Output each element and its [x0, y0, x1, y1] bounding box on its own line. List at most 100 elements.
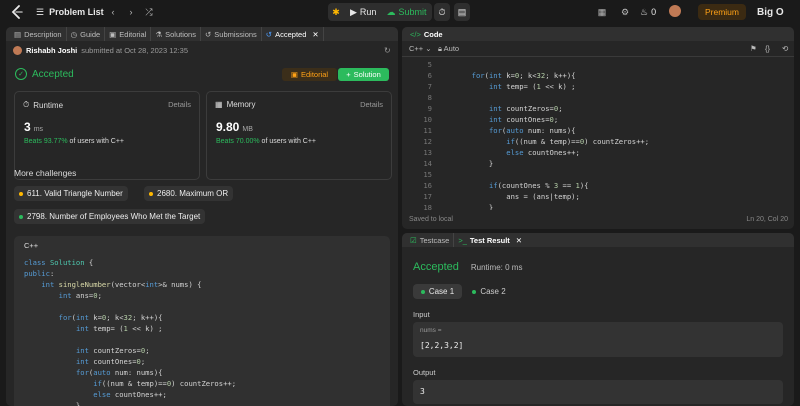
- case-1-button[interactable]: Case 1: [413, 284, 462, 299]
- checkbox-icon: ☑: [410, 235, 417, 245]
- memory-unit: MB: [242, 126, 253, 133]
- code-line: }: [437, 159, 494, 168]
- code-line: int countOnes=0;: [488, 115, 559, 124]
- debug-icon[interactable]: ✱: [328, 7, 344, 18]
- tab-testcase[interactable]: ☑ Testcase: [406, 233, 455, 247]
- solution-button[interactable]: + Solution: [338, 68, 389, 81]
- editor-status-bar: Saved to local Ln 20, Col 20: [402, 213, 794, 227]
- code-line: else countOnes++;: [506, 148, 580, 157]
- premium-button[interactable]: Premium: [698, 4, 746, 20]
- tab-submissions[interactable]: ↺ Submissions: [201, 27, 262, 41]
- output-box[interactable]: 3: [413, 380, 783, 404]
- runtime-details-link[interactable]: Details: [168, 100, 191, 109]
- runtime-beats: Beats 93.77% of users with C++: [24, 138, 124, 145]
- status-text: Accepted: [32, 68, 74, 80]
- result-tab-bar: ☑ Testcase >_ Test Result ✕: [402, 233, 794, 247]
- prev-problem-icon[interactable]: ‹: [105, 4, 121, 20]
- tab-solutions[interactable]: ⚗ Solutions: [151, 27, 201, 41]
- guide-icon: ◷: [70, 29, 78, 39]
- challenge-chip[interactable]: 2680. Maximum OR: [144, 186, 234, 201]
- cloud-upload-icon: ☁: [386, 6, 396, 17]
- editorial-button[interactable]: ▣ Editorial: [282, 68, 337, 81]
- history-icon: ↺: [265, 29, 273, 39]
- auto-label: Auto: [443, 44, 460, 53]
- code-language-label: C++: [24, 241, 39, 250]
- challenge-chip[interactable]: 611. Valid Triangle Number: [14, 186, 128, 201]
- submit-button[interactable]: ☁ Submit: [386, 7, 426, 18]
- runtime-header: ⏱ Runtime: [23, 100, 63, 110]
- saved-status: Saved to local: [409, 216, 453, 223]
- memory-card[interactable]: ▦ Memory Details 9.80 MB Beats 70.00% of …: [206, 91, 392, 180]
- case-label: Case 1: [428, 287, 455, 296]
- line-number: 8: [427, 93, 432, 102]
- code-line: ans = (ans|temp);: [437, 192, 580, 201]
- streak-count: 0: [651, 7, 657, 17]
- editor-code-area[interactable]: 5 6 7 8 9 10 11 12 13 14 15 16 17 18 for…: [402, 58, 794, 210]
- input-box[interactable]: nums = [2,2,3,2]: [413, 322, 783, 357]
- run-button[interactable]: ▶ Run: [350, 7, 376, 18]
- streak-counter[interactable]: ♨ 0: [640, 5, 656, 19]
- solution-label: Solution: [353, 70, 381, 79]
- tab-test-result[interactable]: >_ Test Result ✕: [454, 233, 526, 247]
- leetcode-logo-icon[interactable]: [10, 5, 24, 19]
- output-value: 3: [420, 387, 425, 396]
- editor-tab-bar: </> Code: [402, 27, 794, 41]
- tab-editorial[interactable]: ▣ Editorial: [105, 27, 152, 41]
- memory-beats: Beats 70.00% of users with C++: [216, 138, 316, 145]
- clock-icon: ⏱: [23, 100, 30, 109]
- auto-toggle[interactable]: 🔒︎ Auto: [438, 44, 459, 54]
- user-name[interactable]: Big O: [757, 5, 784, 19]
- code-line: for(int k=0; k<32; k++){: [471, 71, 576, 80]
- tab-guide[interactable]: ◷ Guide: [67, 27, 106, 41]
- notes-icon[interactable]: ▤: [454, 3, 470, 21]
- submission-meta: submitted at Oct 28, 2023 12:35: [81, 46, 189, 55]
- problem-list-button[interactable]: ☰ Problem List: [36, 5, 104, 19]
- cursor-position: Ln 20, Col 20: [746, 216, 788, 223]
- challenge-chip[interactable]: 2798. Number of Employees Who Met the Ta…: [14, 209, 206, 224]
- next-problem-icon[interactable]: ›: [123, 4, 139, 20]
- line-number: 5: [427, 60, 432, 69]
- runtime-value-row: 3 ms: [24, 120, 43, 134]
- tab-code[interactable]: </> Code: [406, 27, 447, 41]
- runtime-unit: ms: [33, 126, 44, 133]
- reset-icon[interactable]: ⟲: [782, 44, 788, 53]
- avatar[interactable]: [669, 5, 681, 17]
- tab-description[interactable]: ▤ Description: [10, 27, 67, 41]
- line-number: 13: [423, 148, 432, 157]
- line-number: 15: [423, 170, 432, 179]
- difficulty-dot: [19, 214, 23, 219]
- submitted-code-block[interactable]: C++ class Solution { public: int singleN…: [14, 236, 390, 406]
- runtime-card[interactable]: ⏱ Runtime Details 3 ms Beats 93.77% of us…: [14, 91, 200, 180]
- line-number: 14: [423, 159, 432, 168]
- submit-label: Submit: [398, 7, 427, 17]
- tab-accepted[interactable]: ↺ Accepted ✕: [262, 27, 324, 41]
- memory-label: Memory: [226, 100, 256, 109]
- share-icon[interactable]: ↻: [384, 46, 391, 55]
- left-tab-bar: ▤ Description ◷ Guide ▣ Editorial ⚗ Solution…: [6, 27, 398, 41]
- line-number: 7: [427, 82, 432, 91]
- result-runtime: Runtime: 0 ms: [470, 263, 523, 272]
- close-tab-icon[interactable]: ✕: [516, 236, 522, 245]
- submission-author-row: Rishabh Joshi submitted at Oct 28, 2023 …: [13, 46, 188, 55]
- format-braces-icon[interactable]: {}: [765, 44, 770, 53]
- pass-dot: [420, 289, 425, 294]
- author-name[interactable]: Rishabh Joshi: [26, 46, 77, 55]
- close-tab-icon[interactable]: ✕: [312, 30, 318, 39]
- memory-details-link[interactable]: Details: [360, 100, 383, 109]
- param-name: nums =: [420, 327, 442, 334]
- timer-icon[interactable]: ⏱: [434, 3, 450, 21]
- code-line: if((num & temp)==0) countZeros++;: [506, 137, 650, 146]
- layout-icon[interactable]: ▦: [594, 4, 610, 20]
- description-icon: ▤: [14, 29, 22, 39]
- shuffle-icon[interactable]: ⤮: [141, 4, 157, 20]
- settings-gear-icon[interactable]: ⚙: [617, 4, 633, 20]
- book-icon: ▣: [290, 70, 298, 79]
- bookmark-icon[interactable]: ⚑: [750, 44, 757, 53]
- difficulty-dot: [19, 191, 23, 196]
- result-status: Accepted: [413, 261, 459, 273]
- line-number: 6: [427, 71, 432, 80]
- difficulty-dot: [149, 191, 153, 196]
- terminal-icon: >_: [458, 235, 467, 245]
- case-2-button[interactable]: Case 2: [468, 284, 510, 299]
- language-select[interactable]: C++ ⌄: [409, 44, 432, 53]
